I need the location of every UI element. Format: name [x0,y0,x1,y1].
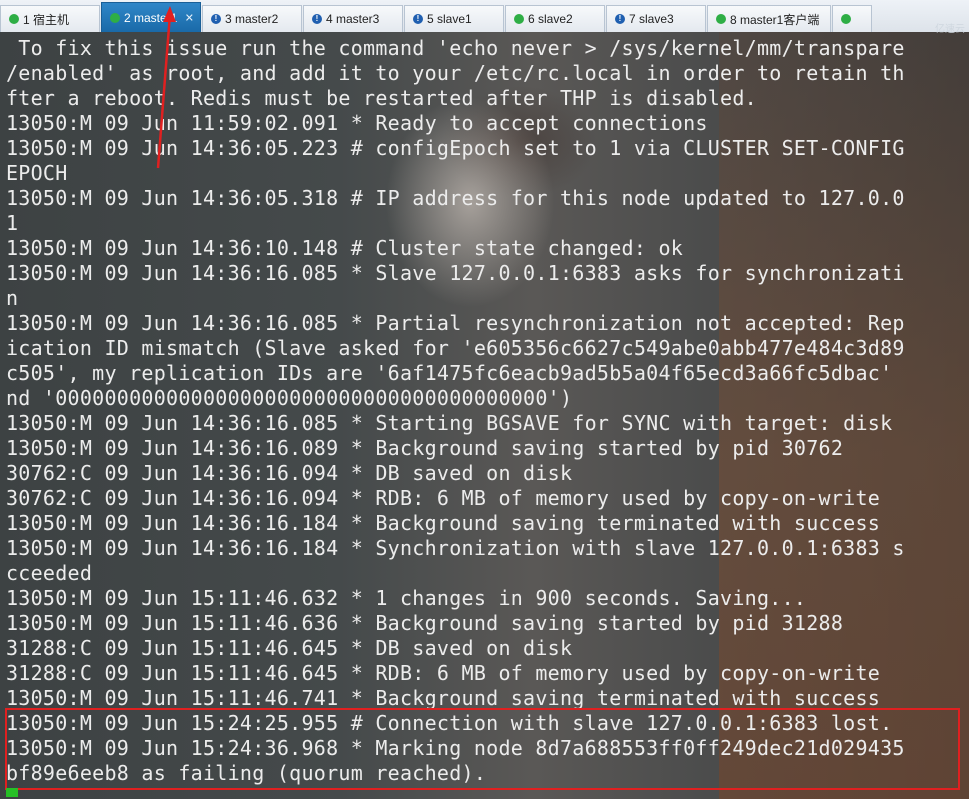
terminal-line: 13050:M 09 Jun 14:36:16.089 * Background… [6,436,844,460]
session-tab-bar: 1 宿主机 2 master1 ✕! 3 master2! 4 master3! 5 sl… [0,0,969,33]
connected-status-icon [9,14,19,24]
terminal-lines: To fix this issue run the command 'echo … [6,36,905,786]
session-tab[interactable]: ! 5 slave1 [404,5,504,32]
terminal-line: 13050:M 09 Jun 14:36:16.085 * Partial re… [6,311,905,335]
info-status-icon: ! [413,14,423,24]
terminal-line: 13050:M 09 Jun 14:36:05.223 # configEpoc… [6,136,905,160]
terminal-cursor [6,788,18,797]
terminal-line: 13050:M 09 Jun 14:36:05.318 # IP address… [6,186,905,210]
red-arrow-annotation [156,6,176,169]
terminal-line: 13050:M 09 Jun 14:36:16.184 * Synchroniz… [6,536,905,560]
session-tab[interactable]: 1 宿主机 [0,5,100,32]
session-tab[interactable]: 8 master1客户端 [707,5,831,32]
terminal-line: fter a reboot. Redis must be restarted a… [6,86,757,110]
info-status-icon: ! [211,14,221,24]
terminal-line: n [6,286,19,310]
tab-label: 5 slave1 [427,12,472,26]
terminal-line: 13050:M 09 Jun 14:36:16.085 * Slave 127.… [6,261,905,285]
terminal-line: 31288:C 09 Jun 15:11:46.645 * RDB: 6 MB … [6,661,881,685]
tab-label: 6 slave2 [528,12,573,26]
terminal-line: 30762:C 09 Jun 14:36:16.094 * DB saved o… [6,461,573,485]
terminal-line: To fix this issue run the command 'echo … [6,36,905,60]
terminal-line: 13050:M 09 Jun 15:11:46.632 * 1 changes … [6,586,807,610]
info-status-icon: ! [312,14,322,24]
terminal-line: EPOCH [6,161,68,185]
tab-label: 4 master3 [326,12,380,26]
connected-status-icon [110,12,120,23]
terminal-line: cceeded [6,561,93,585]
terminal-line: 1 [6,211,19,235]
terminal-line: ication ID mismatch (Slave asked for 'e6… [6,336,905,360]
terminal-line: 30762:C 09 Jun 14:36:16.094 * RDB: 6 MB … [6,486,881,510]
terminal-output[interactable]: To fix this issue run the command 'echo … [0,32,969,799]
terminal-line: 13050:M 09 Jun 11:59:02.091 * Ready to a… [6,111,708,135]
terminal-line: 13050:M 09 Jun 15:11:46.636 * Background… [6,611,844,635]
info-status-icon: ! [615,14,625,24]
terminal-line: 13050:M 09 Jun 14:36:16.085 * Starting B… [6,411,893,435]
tab-label: 8 master1客户端 [730,12,820,27]
terminal-line: /enabled' as root, and add it to your /e… [6,61,905,85]
terminal-line: c505', my replication IDs are '6af1475fc… [6,361,893,385]
connected-status-icon [841,14,851,24]
terminal-line: 13050:M 09 Jun 14:36:16.184 * Background… [6,511,881,535]
session-tab[interactable]: 6 slave2 [505,5,605,32]
terminal-line: 13050:M 09 Jun 14:36:10.148 # Cluster st… [6,236,684,260]
connected-status-icon [716,14,726,24]
red-highlight-box [5,708,960,790]
watermark-logo: 亿速云 [935,24,965,35]
tab-label: 7 slave3 [629,12,674,26]
session-tab[interactable]: ! 3 master2 [202,5,302,32]
session-tab[interactable]: ! 4 master3 [303,5,403,32]
connected-status-icon [514,14,524,24]
tab-label: 1 宿主机 [23,12,70,27]
tab-label: 3 master2 [225,12,279,26]
session-tab[interactable]: ! 7 slave3 [606,5,706,32]
terminal-line: nd '000000000000000000000000000000000000… [6,386,573,410]
session-tab[interactable] [832,5,872,32]
terminal-line: 31288:C 09 Jun 15:11:46.645 * DB saved o… [6,636,573,660]
